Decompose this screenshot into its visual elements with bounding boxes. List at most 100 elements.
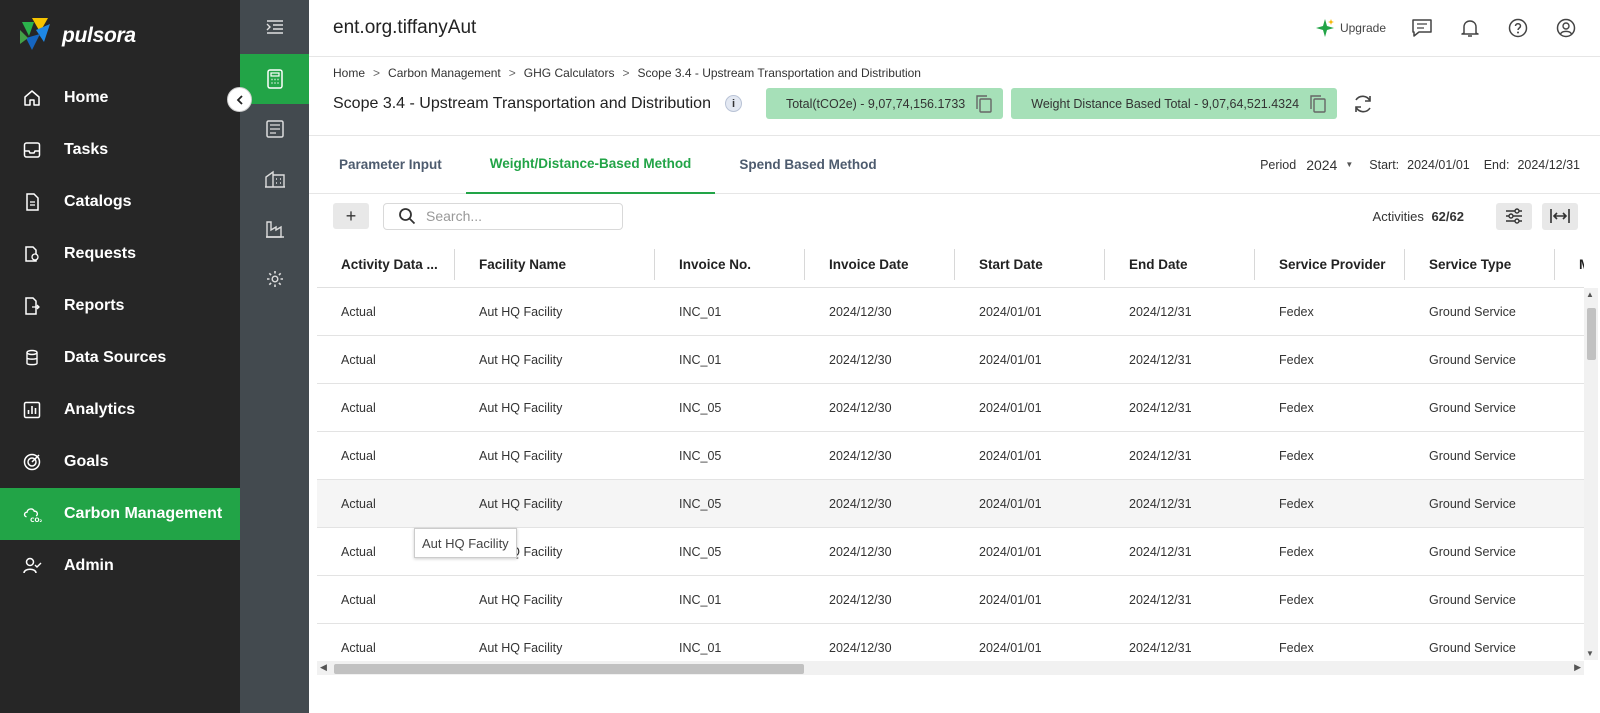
nav-item-carbon-management[interactable]: CO₂ Carbon Management [0,488,240,540]
nav-item-goals[interactable]: Goals [0,436,240,488]
column-header-facility-name[interactable]: Facility Name [455,241,655,288]
cell-tooltip: Aut HQ Facility [414,528,517,558]
tab-weight-distance-method[interactable]: Weight/Distance-Based Method [465,136,716,194]
table-body: Actual Aut HQ Facility INC_01 2024/12/30 202… [317,288,1584,660]
column-header-start-date[interactable]: Start Date [955,241,1105,288]
column-header-invoice-no[interactable]: Invoice No. [655,241,805,288]
table-toolbar: + Activities 62/62 [309,194,1600,238]
cell-service-type: Ground Service [1429,496,1516,511]
cell-end-date: 2024/12/31 [1129,400,1192,415]
tab-parameter-input[interactable]: Parameter Input [315,136,466,194]
weight-distance-total-pill: Weight Distance Based Total - 9,07,64,52… [1011,88,1338,119]
rail-toggle-button[interactable] [240,0,309,54]
fit-columns-button[interactable] [1542,202,1578,230]
nav-label: Goals [64,453,109,470]
nav-label: Data Sources [64,349,167,366]
upgrade-button[interactable]: Upgrade [1315,18,1386,38]
column-header-service-type[interactable]: Service Type [1405,241,1555,288]
nav-item-analytics[interactable]: Analytics [0,384,240,436]
column-header-service-provider[interactable]: Service Provider [1255,241,1405,288]
column-header-invoice-date[interactable]: Invoice Date [805,241,955,288]
end-label: End: [1483,157,1510,172]
start-label: Start: [1369,157,1400,172]
horizontal-scroll-thumb[interactable] [334,664,804,674]
breadcrumb-home[interactable]: Home [333,66,365,80]
chat-icon[interactable] [1410,16,1434,40]
table-row[interactable]: Actual Aut HQ Facility INC_05 2024/12/30 202… [317,432,1584,480]
period-label: Period [1260,157,1297,172]
period-year-select[interactable]: 2024 [1306,157,1337,173]
co2-cloud-icon: CO₂ [22,504,42,524]
cell-service-provider: Fedex [1279,640,1314,655]
nav-item-admin[interactable]: Admin [0,540,240,592]
copy-icon[interactable] [975,94,993,114]
cell-start-date: 2024/01/01 [979,496,1042,511]
nav-item-home[interactable]: Home [0,72,240,124]
cell-invoice-no: INC_05 [679,400,722,415]
nav-item-reports[interactable]: Reports [0,280,240,332]
scroll-down-icon[interactable]: ▼ [1586,649,1594,658]
calculator-icon [266,69,283,89]
sliders-icon [1506,208,1522,224]
left-nav: pulsora Home Tasks Catalogs Requests Rep… [0,0,252,713]
info-icon[interactable]: i [724,95,742,112]
caret-down-icon[interactable]: ▼ [1345,160,1353,169]
table-row[interactable]: Actual Aut HQ Facility INC_01 2024/12/30 202… [317,288,1584,336]
copy-icon[interactable] [1309,94,1327,114]
horizontal-scrollbar[interactable]: ◀ ▶ [317,661,1584,675]
page-header: Home > Carbon Management > GHG Calculato… [309,57,1600,136]
table-row[interactable]: Actual Aut HQ Facility INC_01 2024/12/30 202… [317,624,1584,660]
tab-spend-based-method[interactable]: Spend Based Method [715,136,900,194]
rail-ledger[interactable] [240,104,309,154]
refresh-icon[interactable] [1351,92,1375,116]
cell-truncated [1555,480,1584,527]
column-settings-button[interactable] [1496,202,1532,230]
nav-item-requests[interactable]: Requests [0,228,240,280]
cell-truncated [1555,432,1584,479]
cell-service-type: Ground Service [1429,640,1516,655]
table-row[interactable]: Actual Aut HQ Facility INC_05 2024/12/30 202… [317,480,1584,528]
account-icon[interactable] [1554,16,1578,40]
cell-start-date: 2024/01/01 [979,448,1042,463]
bell-icon[interactable] [1458,16,1482,40]
add-activity-button[interactable]: + [333,203,369,229]
cell-invoice-no: INC_05 [679,448,722,463]
vertical-scroll-thumb[interactable] [1587,308,1596,360]
breadcrumb-ghg-calculators[interactable]: GHG Calculators [524,66,615,80]
cell-end-date: 2024/12/31 [1129,448,1192,463]
help-icon[interactable] [1506,16,1530,40]
collapse-nav-button[interactable] [227,87,252,112]
rail-settings[interactable] [240,254,309,304]
scroll-right-icon[interactable]: ▶ [1574,662,1581,673]
column-header-activity-data[interactable]: Activity Data ... [317,241,455,288]
table-row[interactable]: Actual Aut HQ Facility INC_05 2024/12/30 202… [317,384,1584,432]
period-selector: Period 2024 ▼ Start: 2024/01/01 End: 202… [1260,157,1580,173]
table-header: Activity Data ... Facility Name Invoice … [317,241,1584,288]
nav-item-catalogs[interactable]: Catalogs [0,176,240,228]
breadcrumb-carbon-management[interactable]: Carbon Management [388,66,501,80]
brand[interactable]: pulsora [0,0,240,72]
cell-truncated [1555,384,1584,431]
cell-activity-data: Actual [341,352,376,367]
upgrade-label: Upgrade [1339,21,1386,35]
column-header-truncated[interactable]: M [1555,241,1584,288]
cell-end-date: 2024/12/31 [1129,304,1192,319]
scroll-left-icon[interactable]: ◀ [320,662,327,673]
search-input[interactable] [426,208,606,224]
table-row[interactable]: Actual Aut HQ Facility INC_01 2024/12/30 202… [317,576,1584,624]
toolbar-right: Activities 62/62 [1373,202,1578,230]
tabs-row: Parameter Input Weight/Distance-Based Me… [309,136,1600,194]
nav-label: Tasks [64,141,109,158]
rail-factory[interactable] [240,204,309,254]
cell-invoice-no: INC_01 [679,640,722,655]
table-row[interactable]: Actual Aut HQ Facility INC_01 2024/12/30 202… [317,336,1584,384]
nav-label: Catalogs [64,193,132,210]
scroll-up-icon[interactable]: ▲ [1586,290,1594,299]
nav-item-data-sources[interactable]: Data Sources [0,332,240,384]
page-title: Scope 3.4 - Upstream Transportation and … [333,94,711,112]
vertical-scrollbar[interactable]: ▲ ▼ [1584,288,1598,660]
column-header-end-date[interactable]: End Date [1105,241,1255,288]
cell-activity-data: Actual [341,400,376,415]
rail-buildings[interactable] [240,154,309,204]
nav-item-tasks[interactable]: Tasks [0,124,240,176]
